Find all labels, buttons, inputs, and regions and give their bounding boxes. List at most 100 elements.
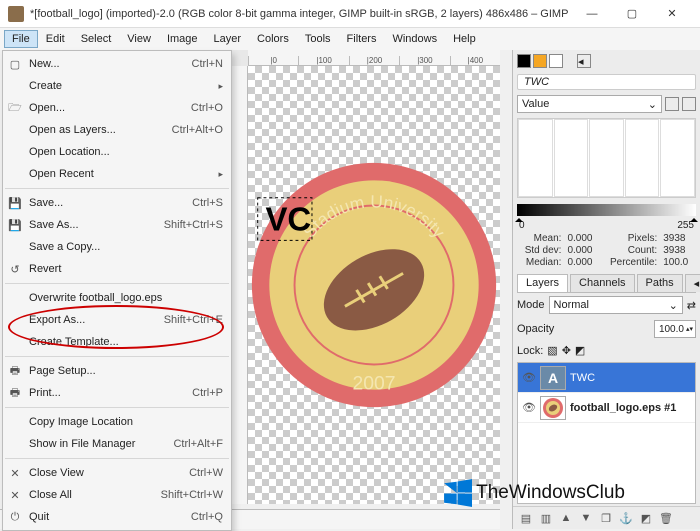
menu-item-icon: ✕ xyxy=(7,465,23,481)
file-menu-item-10[interactable]: ↺ Revert xyxy=(3,258,231,280)
menu-item-shortcut: Ctrl+P xyxy=(192,387,223,399)
mode-switch-icon[interactable]: ⇄ xyxy=(687,299,696,312)
file-menu-item-22[interactable]: ✕Close ViewCtrl+W xyxy=(3,462,231,484)
lock-alpha-icon[interactable]: ◩ xyxy=(575,344,585,357)
new-layer-icon[interactable]: ▤ xyxy=(517,509,535,527)
canvas[interactable]: Stadium University 2007 VC xyxy=(248,66,500,504)
menu-item-label: Create Template... xyxy=(29,336,223,348)
menu-item-icon: ↺ xyxy=(7,261,23,277)
file-menu-item-24[interactable]: ⏻QuitCtrl+Q xyxy=(3,506,231,528)
menu-colors[interactable]: Colors xyxy=(249,30,297,48)
histogram-stats: Mean:0.000Pixels:3938 Std dev:0.000Count… xyxy=(513,231,700,270)
histogram-channel-select[interactable]: Value⌄ xyxy=(517,95,662,113)
ruler-horizontal: |0|100|200|300|400 xyxy=(248,50,500,66)
svg-text:2007: 2007 xyxy=(352,373,395,395)
menu-filters[interactable]: Filters xyxy=(339,30,385,48)
menu-item-icon: 💾 xyxy=(7,217,23,233)
panel-menu-icon[interactable]: ◂ xyxy=(577,54,591,68)
opacity-field[interactable]: 100.0▴▾ xyxy=(654,320,696,338)
panel-menu-button[interactable]: ◂ xyxy=(685,274,700,292)
menu-item-label: Save As... xyxy=(29,219,164,231)
swatch-orange[interactable] xyxy=(533,54,547,68)
file-menu-item-7[interactable]: 💾Save...Ctrl+S xyxy=(3,192,231,214)
histogram xyxy=(517,118,696,198)
layer-row-twc[interactable]: 👁 A TWC xyxy=(518,363,695,393)
titlebar: *[football_logo] (imported)-2.0 (RGB col… xyxy=(0,0,700,28)
file-menu-item-23[interactable]: ✕Close AllShift+Ctrl+W xyxy=(3,484,231,506)
minimize-button[interactable]: — xyxy=(572,0,612,28)
visibility-icon[interactable]: 👁 xyxy=(522,401,536,414)
menu-item-shortcut: Ctrl+N xyxy=(192,58,223,70)
menu-item-shortcut: Shift+Ctrl+E xyxy=(164,314,223,326)
layer-row-football[interactable]: 👁 football_logo.eps #1 xyxy=(518,393,695,423)
file-menu-item-4[interactable]: Open Location... xyxy=(3,141,231,163)
menu-item-shortcut: Shift+Ctrl+S xyxy=(164,219,223,231)
menu-tools[interactable]: Tools xyxy=(297,30,339,48)
menu-item-label: Revert xyxy=(29,263,223,275)
file-menu-item-1[interactable]: Create▸ xyxy=(3,75,231,97)
file-menu-item-9[interactable]: Save a Copy... xyxy=(3,236,231,258)
menu-item-shortcut: Ctrl+Q xyxy=(191,511,223,523)
windows-logo-icon xyxy=(444,479,472,507)
file-menu-item-2[interactable]: 🗁Open...Ctrl+O xyxy=(3,97,231,119)
file-menu-item-19[interactable]: Copy Image Location xyxy=(3,411,231,433)
file-menu-item-5[interactable]: Open Recent▸ xyxy=(3,163,231,185)
menu-windows[interactable]: Windows xyxy=(384,30,445,48)
tab-layers[interactable]: Layers xyxy=(517,274,568,292)
menu-help[interactable]: Help xyxy=(445,30,484,48)
layer-name: football_logo.eps #1 xyxy=(570,402,676,414)
lower-layer-icon[interactable]: ▼ xyxy=(577,509,595,527)
duplicate-layer-icon[interactable]: ❐ xyxy=(597,509,615,527)
raise-layer-icon[interactable]: ▲ xyxy=(557,509,575,527)
hist-linear-icon[interactable] xyxy=(665,97,679,111)
file-menu-item-20[interactable]: Show in File ManagerCtrl+Alt+F xyxy=(3,433,231,455)
menu-item-icon xyxy=(7,122,23,138)
menu-image[interactable]: Image xyxy=(159,30,206,48)
tab-paths[interactable]: Paths xyxy=(637,274,683,292)
menu-item-label: Quit xyxy=(29,511,191,523)
lock-label: Lock: xyxy=(517,345,543,357)
menu-file[interactable]: File xyxy=(4,30,38,48)
hist-log-icon[interactable] xyxy=(682,97,696,111)
file-menu-item-14[interactable]: Create Template... xyxy=(3,331,231,353)
close-button[interactable]: ✕ xyxy=(652,0,692,28)
file-menu-item-3[interactable]: Open as Layers...Ctrl+Alt+O xyxy=(3,119,231,141)
menu-select[interactable]: Select xyxy=(73,30,120,48)
merge-layer-icon[interactable]: ⚓ xyxy=(617,509,635,527)
menu-item-icon: 🖶 xyxy=(7,385,23,401)
swatch-white[interactable] xyxy=(549,54,563,68)
mask-layer-icon[interactable]: ◩ xyxy=(637,509,655,527)
swatch-black[interactable] xyxy=(517,54,531,68)
menu-layer[interactable]: Layer xyxy=(206,30,250,48)
menu-item-label: Open Recent xyxy=(29,168,216,180)
visibility-icon[interactable]: 👁 xyxy=(522,371,536,384)
menu-item-icon: ✕ xyxy=(7,487,23,503)
file-menu-item-0[interactable]: ▢New...Ctrl+N xyxy=(3,53,231,75)
menu-item-shortcut: Ctrl+W xyxy=(189,467,223,479)
canvas-image: Stadium University 2007 VC xyxy=(248,155,500,415)
maximize-button[interactable]: ▢ xyxy=(612,0,652,28)
menu-item-label: Open as Layers... xyxy=(29,124,172,136)
menu-item-label: Close All xyxy=(29,489,161,501)
tab-channels[interactable]: Channels xyxy=(570,274,634,292)
svg-text:VC: VC xyxy=(265,201,311,238)
menu-view[interactable]: View xyxy=(119,30,159,48)
menu-item-label: Export As... xyxy=(29,314,164,326)
menu-item-label: Print... xyxy=(29,387,192,399)
lock-position-icon[interactable]: ✥ xyxy=(562,344,571,357)
new-group-icon[interactable]: ▥ xyxy=(537,509,555,527)
histogram-range-slider[interactable] xyxy=(517,204,696,216)
mode-select[interactable]: Normal⌄ xyxy=(549,296,683,314)
opacity-label: Opacity xyxy=(517,323,554,335)
layer-buttons: ▤ ▥ ▲ ▼ ❐ ⚓ ◩ 🗑 xyxy=(513,506,700,529)
file-menu-item-12[interactable]: Overwrite football_logo.eps xyxy=(3,287,231,309)
menu-edit[interactable]: Edit xyxy=(38,30,73,48)
file-menu-item-8[interactable]: 💾 Save As...Shift+Ctrl+S xyxy=(3,214,231,236)
menu-item-icon xyxy=(7,334,23,350)
menu-item-icon xyxy=(7,239,23,255)
file-menu-item-16[interactable]: 🖶Page Setup... xyxy=(3,360,231,382)
file-menu-item-17[interactable]: 🖶 Print...Ctrl+P xyxy=(3,382,231,404)
lock-pixels-icon[interactable]: ▧ xyxy=(547,344,557,357)
file-menu-item-13[interactable]: Export As...Shift+Ctrl+E xyxy=(3,309,231,331)
delete-layer-icon[interactable]: 🗑 xyxy=(657,509,675,527)
